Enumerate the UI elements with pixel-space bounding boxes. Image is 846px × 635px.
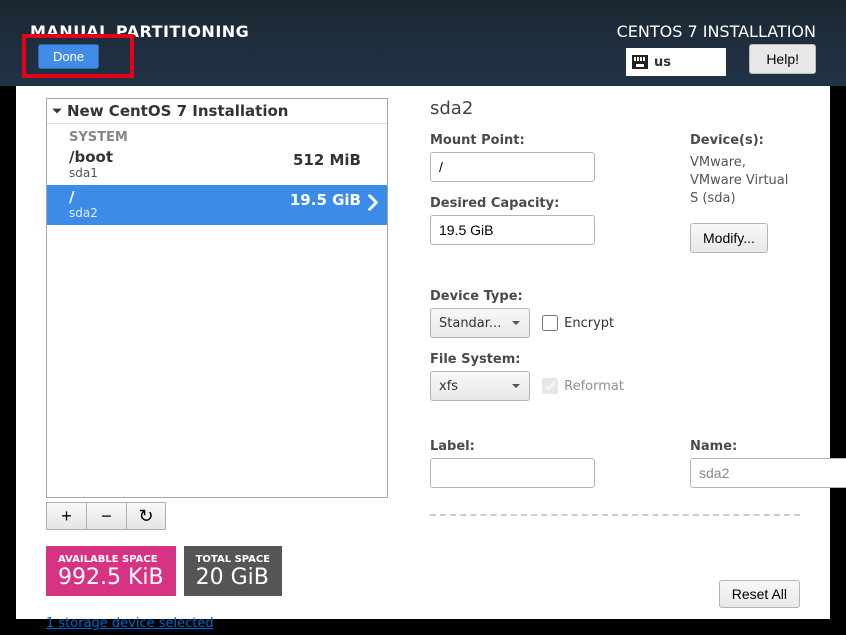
- total-space-label: TOTAL SPACE: [196, 554, 270, 565]
- device-type-select[interactable]: Standar...: [430, 308, 530, 338]
- reformat-checkbox-label: Reformat: [542, 378, 624, 394]
- reload-partitions-button[interactable]: ↻: [126, 502, 166, 530]
- label-field-label: Label:: [430, 439, 630, 454]
- help-button[interactable]: Help!: [749, 44, 816, 74]
- devices-label: Device(s):: [690, 133, 800, 148]
- remove-partition-button[interactable]: −: [86, 502, 126, 530]
- modify-devices-button[interactable]: Modify...: [690, 223, 768, 253]
- available-space-box: AVAILABLE SPACE 992.5 KiB: [46, 546, 176, 596]
- name-field-label: Name:: [690, 439, 846, 454]
- tree-expand-header[interactable]: New CentOS 7 Installation: [47, 99, 387, 124]
- chevron-right-icon: [367, 195, 379, 216]
- desired-capacity-input[interactable]: [430, 215, 595, 245]
- main-panel: New CentOS 7 Installation SYSTEM /boot s…: [16, 86, 830, 619]
- reformat-checkbox: [542, 378, 558, 394]
- mount-point-input[interactable]: [430, 152, 595, 182]
- filesystem-label: File System:: [430, 352, 800, 367]
- chevron-down-icon: [51, 105, 63, 117]
- reset-all-button[interactable]: Reset All: [719, 580, 800, 608]
- add-partition-button[interactable]: +: [46, 502, 86, 530]
- partition-row-root[interactable]: / sda2 19.5 GiB: [47, 185, 387, 225]
- device-type-value: Standar...: [439, 316, 501, 331]
- chevron-down-icon: [511, 381, 521, 391]
- divider: [430, 514, 800, 516]
- system-section-label: SYSTEM: [47, 124, 387, 145]
- done-button[interactable]: Done: [38, 44, 99, 69]
- mount-point-label: Mount Point:: [430, 133, 630, 148]
- keyboard-layout-selector[interactable]: us: [626, 48, 726, 76]
- filesystem-value: xfs: [439, 379, 458, 394]
- encrypt-checkbox[interactable]: [542, 315, 558, 331]
- tree-title: New CentOS 7 Installation: [67, 102, 288, 120]
- keyboard-icon: [632, 55, 648, 69]
- encrypt-label-text: Encrypt: [564, 316, 614, 331]
- partition-toolbar: + − ↻: [46, 502, 388, 530]
- chevron-down-icon: [511, 318, 521, 328]
- partition-row-boot[interactable]: /boot sda1 512 MiB: [47, 145, 387, 185]
- partition-tree-panel: New CentOS 7 Installation SYSTEM /boot s…: [46, 98, 388, 631]
- reformat-label-text: Reformat: [564, 379, 624, 394]
- selected-partition-title: sda2: [430, 98, 800, 119]
- partition-size: 512 MiB: [293, 151, 361, 169]
- filesystem-select[interactable]: xfs: [430, 371, 530, 401]
- partition-size: 19.5 GiB: [290, 191, 361, 209]
- label-input[interactable]: [430, 458, 595, 488]
- top-bar: MANUAL PARTITIONING CENTOS 7 INSTALLATIO…: [0, 0, 846, 86]
- partition-tree: New CentOS 7 Installation SYSTEM /boot s…: [46, 98, 388, 498]
- total-space-value: 20 GiB: [196, 565, 270, 590]
- install-title: CENTOS 7 INSTALLATION: [617, 22, 816, 41]
- keyboard-layout-value: us: [654, 55, 671, 70]
- available-space-value: 992.5 KiB: [58, 565, 164, 590]
- encrypt-checkbox-label[interactable]: Encrypt: [542, 315, 614, 331]
- device-type-label: Device Type:: [430, 289, 800, 304]
- storage-devices-link[interactable]: 1 storage device selected: [46, 616, 214, 631]
- available-space-label: AVAILABLE SPACE: [58, 554, 164, 565]
- total-space-box: TOTAL SPACE 20 GiB: [184, 546, 282, 596]
- name-input: [690, 458, 846, 488]
- partition-details-panel: sda2 Mount Point: Desired Capacity: Devi…: [430, 98, 800, 524]
- devices-list: VMware, VMware Virtual S (sda): [690, 154, 800, 209]
- space-row: AVAILABLE SPACE 992.5 KiB TOTAL SPACE 20…: [46, 546, 388, 596]
- desired-capacity-label: Desired Capacity:: [430, 196, 630, 211]
